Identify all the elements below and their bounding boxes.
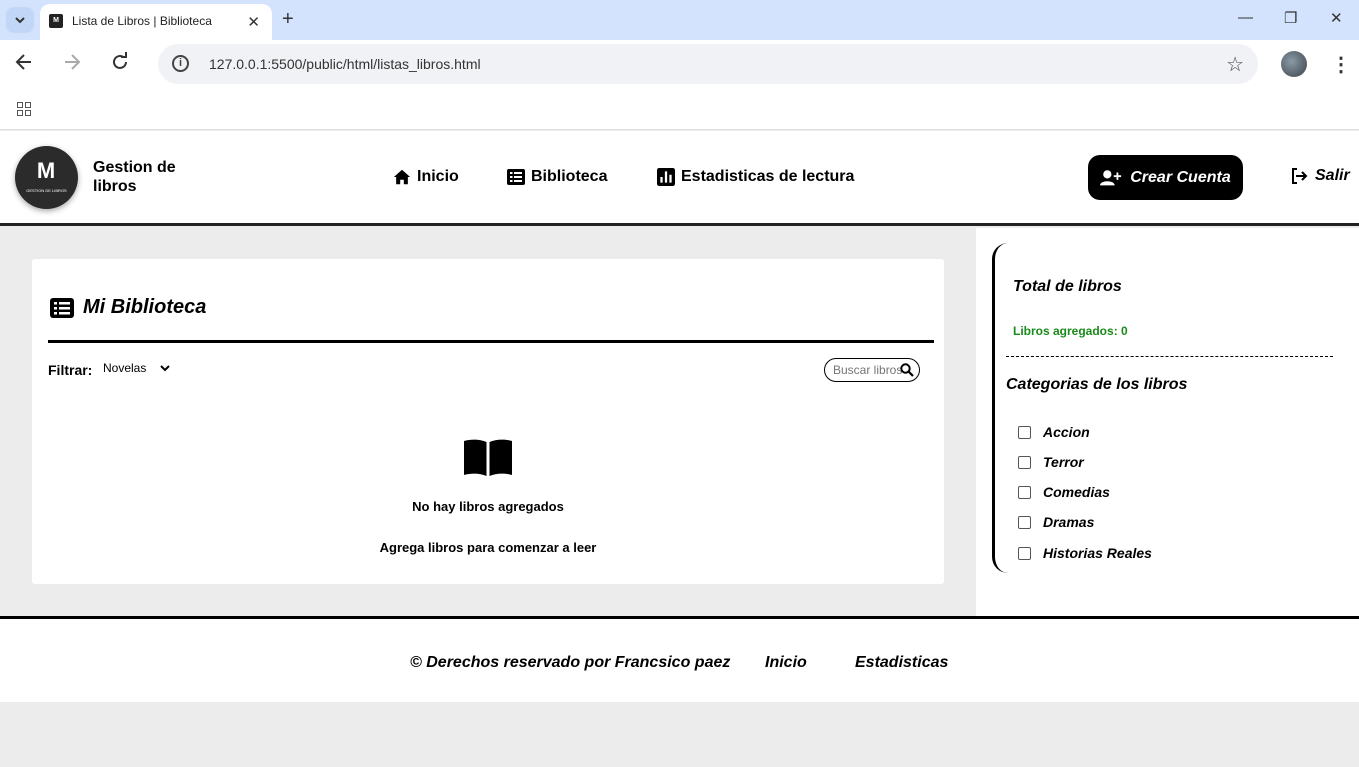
category-checkbox[interactable] [1018, 425, 1031, 439]
back-arrow-icon[interactable] [14, 52, 34, 78]
browser-menu-icon[interactable]: ⋮ [1331, 52, 1351, 77]
total-books-title: Total de libros [1013, 278, 1122, 295]
filter-label: Filtrar: [48, 362, 93, 378]
page-title: Mi Biblioteca [50, 296, 206, 319]
category-comedias[interactable]: Comedias [1018, 484, 1110, 500]
empty-state-title: No hay libros agregados [412, 499, 564, 514]
user-plus-icon [1100, 169, 1122, 185]
site-info-icon[interactable]: i [172, 55, 189, 72]
tab-title: Lista de Libros | Biblioteca [72, 14, 212, 28]
books-count: Libros agregados: 0 [1013, 324, 1128, 338]
create-account-button[interactable]: Crear Cuenta [1088, 155, 1243, 200]
chart-icon [657, 168, 675, 186]
main-area: Mi Biblioteca Filtrar: Novelas No hay li… [0, 228, 976, 616]
category-dramas[interactable]: Dramas [1018, 514, 1094, 530]
category-label: Dramas [1043, 514, 1095, 530]
address-bar[interactable]: i 127.0.0.1:5500/public/html/listas_libr… [158, 44, 1258, 84]
tab-search-button[interactable] [6, 7, 34, 33]
restore-icon[interactable]: ❐ [1284, 9, 1297, 27]
list-icon [507, 169, 525, 185]
category-label: Comedias [1043, 484, 1110, 500]
browser-toolbar: i 127.0.0.1:5500/public/html/listas_libr… [0, 40, 1359, 88]
apps-grid-icon[interactable] [17, 102, 31, 116]
categories-title: Categorias de los libros [1006, 376, 1188, 393]
empty-state-subtitle: Agrega libros para comenzar a leer [379, 540, 597, 555]
category-checkbox[interactable] [1018, 515, 1031, 529]
logo-subtext: GESTION DE LIBROS [26, 188, 67, 193]
create-account-label: Crear Cuenta [1130, 168, 1231, 186]
nav-biblioteca[interactable]: Biblioteca [507, 168, 607, 186]
bookmarks-bar [0, 88, 1359, 130]
category-historias-reales[interactable]: Historias Reales [1018, 545, 1152, 561]
list-icon [50, 297, 74, 318]
logout-icon [1292, 168, 1308, 184]
footer-link-estadisticas[interactable]: Estadisticas [855, 654, 948, 672]
library-card: Mi Biblioteca Filtrar: Novelas No hay li… [32, 259, 944, 584]
filter-value: Novelas [103, 361, 147, 375]
chevron-down-icon [15, 17, 25, 24]
sidebar-divider [1006, 356, 1333, 357]
favicon-icon: M [49, 14, 63, 28]
nav-label: Estadisticas de lectura [681, 168, 855, 185]
url-text: 127.0.0.1:5500/public/html/listas_libros… [209, 56, 481, 72]
browser-tab[interactable]: M Lista de Libros | Biblioteca ✕ [40, 4, 272, 40]
open-book-icon [464, 439, 512, 476]
exit-button[interactable]: Salir [1290, 167, 1350, 185]
category-label: Accion [1043, 424, 1090, 440]
reload-icon[interactable] [110, 52, 130, 78]
site-header: M GESTION DE LIBROS Gestion de libros In… [0, 131, 1359, 226]
minimize-icon[interactable]: — [1238, 9, 1253, 26]
category-checkbox[interactable] [1018, 455, 1031, 469]
footer-link-inicio[interactable]: Inicio [765, 654, 807, 672]
exit-label: Salir [1315, 167, 1350, 184]
category-label: Terror [1043, 454, 1084, 470]
search-icon[interactable] [900, 363, 914, 377]
category-checkbox[interactable] [1018, 485, 1031, 499]
search-box[interactable] [824, 358, 920, 382]
logo-mark: M [36, 158, 57, 183]
footer: © Derechos reservado por Francsico paez … [0, 616, 1359, 702]
nav-label: Inicio [417, 168, 459, 185]
logo[interactable]: M GESTION DE LIBROS [15, 146, 78, 209]
nav-label: Biblioteca [531, 168, 608, 185]
new-tab-icon[interactable]: + [282, 8, 294, 31]
search-input[interactable] [833, 362, 903, 378]
page-title-text: Mi Biblioteca [83, 296, 207, 318]
close-tab-icon[interactable]: ✕ [247, 13, 260, 31]
profile-avatar[interactable] [1281, 51, 1307, 77]
filter-select[interactable]: Novelas [103, 361, 171, 375]
close-window-icon[interactable]: ✕ [1330, 9, 1343, 27]
browser-tabstrip: M Lista de Libros | Biblioteca ✕ + — ❐ ✕ [0, 0, 1359, 40]
nav-estadisticas[interactable]: Estadisticas de lectura [657, 168, 854, 186]
category-label: Historias Reales [1043, 545, 1152, 561]
sidebar: Total de libros Libros agregados: 0 Cate… [976, 228, 1359, 616]
page-background [0, 702, 1359, 767]
brand-name: Gestion de libros [93, 159, 176, 195]
category-checkbox[interactable] [1018, 546, 1031, 560]
category-accion[interactable]: Accion [1018, 424, 1090, 440]
copyright-text: © Derechos reservado por Francsico paez [410, 654, 731, 671]
forward-arrow-icon[interactable] [62, 52, 82, 78]
chevron-down-icon [160, 365, 171, 372]
home-icon [393, 169, 411, 185]
title-divider [48, 340, 934, 343]
nav-inicio[interactable]: Inicio [393, 168, 459, 186]
bookmark-star-icon[interactable]: ☆ [1226, 52, 1244, 77]
category-terror[interactable]: Terror [1018, 454, 1084, 470]
